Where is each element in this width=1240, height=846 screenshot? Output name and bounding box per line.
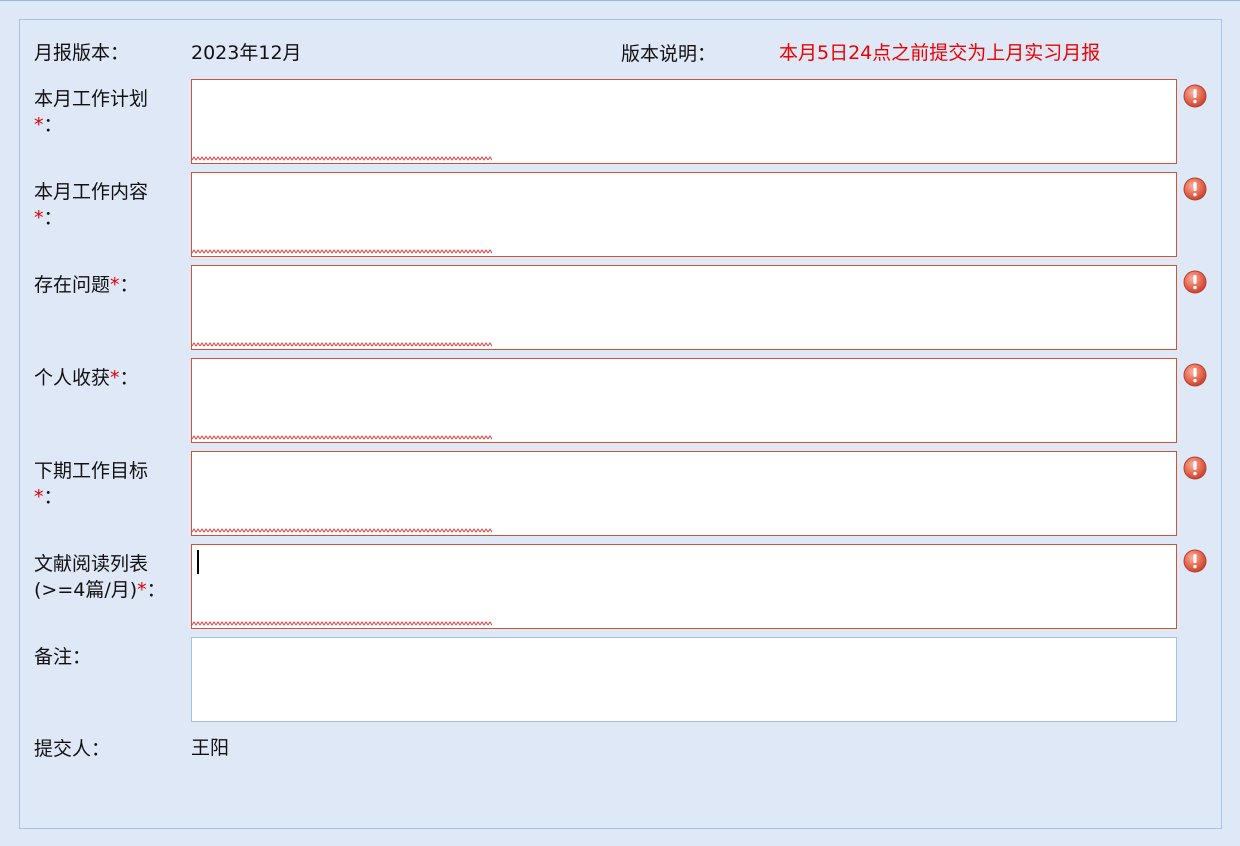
error-exclamation-icon bbox=[1183, 84, 1207, 108]
invalid-underline bbox=[192, 621, 492, 627]
invalid-underline bbox=[192, 156, 492, 162]
next-goals-field[interactable] bbox=[191, 451, 1177, 536]
required-mark: * bbox=[137, 579, 147, 601]
reading-list-label-text: 文献阅读列表 bbox=[34, 553, 149, 575]
work-plan-label-text: 本月工作计划 bbox=[34, 88, 149, 110]
submitter-value: 王阳 bbox=[191, 737, 230, 759]
gains-field[interactable] bbox=[191, 358, 1177, 443]
work-plan-field[interactable] bbox=[191, 79, 1177, 164]
error-exclamation-icon bbox=[1183, 549, 1207, 573]
reading-list-label-sub: (>=4篇/月) bbox=[34, 579, 138, 601]
work-content-label-text: 本月工作内容 bbox=[34, 181, 149, 203]
error-exclamation-icon bbox=[1183, 456, 1207, 480]
remarks-field[interactable] bbox=[191, 637, 1177, 722]
remarks-label-text: 备注 bbox=[34, 646, 73, 668]
version-value: 2023年12月 bbox=[191, 42, 302, 64]
required-mark: * bbox=[34, 486, 44, 508]
label-colon: ： bbox=[72, 646, 92, 668]
label-colon: ： bbox=[119, 367, 139, 389]
error-exclamation-icon bbox=[1183, 363, 1207, 387]
error-exclamation-icon bbox=[1183, 270, 1207, 294]
label-colon: ： bbox=[43, 207, 63, 229]
next-goals-label-text: 下期工作目标 bbox=[34, 460, 149, 482]
invalid-underline bbox=[192, 435, 492, 441]
top-border-line bbox=[0, 0, 1240, 1]
next-goals-label: 下期工作目标 *： bbox=[34, 458, 184, 510]
version-desc-value: 本月5日24点之前提交为上月实习月报 bbox=[779, 42, 1101, 64]
invalid-underline bbox=[192, 342, 492, 348]
work-content-field[interactable] bbox=[191, 172, 1177, 257]
gains-label-text: 个人收获 bbox=[34, 367, 111, 389]
required-mark: * bbox=[34, 114, 44, 136]
work-plan-label: 本月工作计划 *： bbox=[34, 86, 184, 138]
problems-label-text: 存在问题 bbox=[34, 274, 111, 296]
version-label: 月报版本： bbox=[34, 42, 130, 64]
label-colon: ： bbox=[43, 114, 63, 136]
submitter-label: 提交人： bbox=[34, 738, 111, 760]
invalid-underline bbox=[192, 528, 492, 534]
invalid-underline bbox=[192, 249, 492, 255]
required-mark: * bbox=[110, 274, 120, 296]
problems-field[interactable] bbox=[191, 265, 1177, 350]
problems-label: 存在问题*： bbox=[34, 272, 184, 298]
text-caret bbox=[197, 550, 199, 574]
version-desc-label: 版本说明： bbox=[621, 43, 717, 65]
reading-list-field[interactable] bbox=[191, 544, 1177, 629]
label-colon: ： bbox=[43, 486, 63, 508]
remarks-label: 备注： bbox=[34, 644, 184, 670]
error-exclamation-icon bbox=[1183, 177, 1207, 201]
gains-label: 个人收获*： bbox=[34, 365, 184, 391]
required-mark: * bbox=[110, 367, 120, 389]
reading-list-label: 文献阅读列表 (>=4篇/月)*： bbox=[34, 551, 184, 603]
required-mark: * bbox=[34, 207, 44, 229]
label-colon: ： bbox=[146, 579, 166, 601]
work-content-label: 本月工作内容 *： bbox=[34, 179, 184, 231]
label-colon: ： bbox=[119, 274, 139, 296]
